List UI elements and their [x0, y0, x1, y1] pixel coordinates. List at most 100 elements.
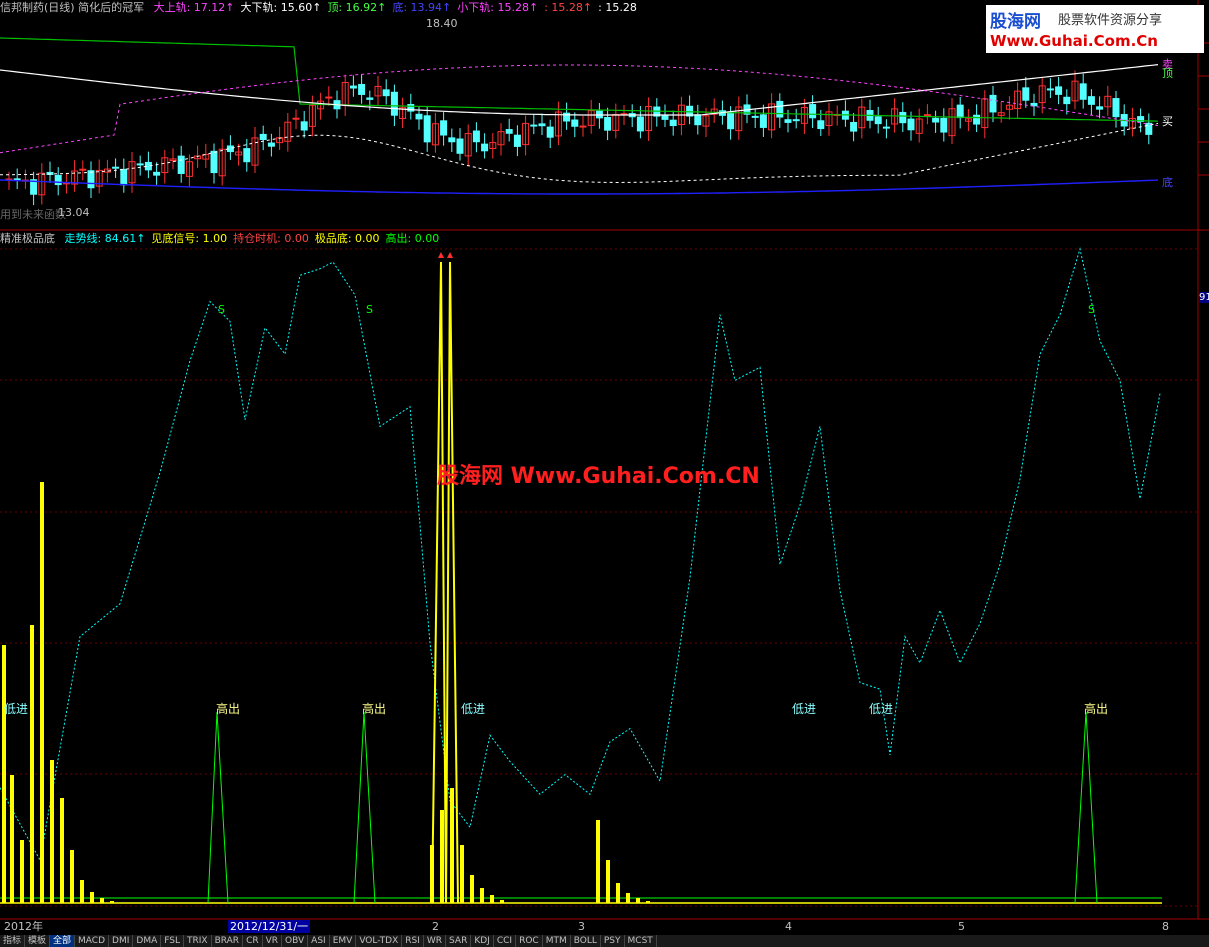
watermark-box: 股海网 股票软件资源分享 Www.Guhai.Com.Cn — [986, 5, 1204, 53]
candle-body — [54, 174, 62, 186]
candle-body — [1079, 83, 1087, 100]
candle-body — [907, 118, 915, 131]
candle-body — [759, 114, 767, 128]
signal-bar — [90, 892, 94, 903]
tab-dmi[interactable]: DMI — [109, 935, 134, 947]
signal-bar — [606, 860, 610, 903]
tab-指标[interactable]: 指标 — [0, 935, 26, 947]
sub-legend: 精准极品底 走势线: 84.61↑ 见底信号: 1.00 持仓时机: 0.00 极品底… — [0, 231, 451, 247]
signal-bar — [430, 845, 434, 903]
tab-macd[interactable]: MACD — [75, 935, 110, 947]
tab-kdj[interactable]: KDJ — [471, 935, 494, 947]
tab-boll[interactable]: BOLL — [571, 935, 601, 947]
candle-body — [784, 119, 792, 123]
indicator-0: 大上轨: 17.12↑ — [153, 1, 235, 14]
candle-body — [440, 120, 448, 136]
annotation-5: 低进 — [869, 702, 894, 716]
green-signal-0 — [207, 711, 229, 904]
candle-body — [259, 133, 267, 141]
tab-vol-tdx[interactable]: VOL-TDX — [356, 935, 403, 947]
tab-cci[interactable]: CCI — [494, 935, 517, 947]
tab-mtm[interactable]: MTM — [543, 935, 571, 947]
signal-bar — [110, 901, 114, 903]
tab-obv[interactable]: OBV — [282, 935, 309, 947]
candle-body — [136, 163, 144, 166]
candle-body — [882, 126, 890, 129]
watermark-logo: 股海网 — [990, 12, 1041, 32]
candle-body — [300, 121, 308, 131]
indicator-4: 高出: 0.00 — [385, 232, 440, 245]
candle-body — [267, 142, 275, 147]
candle-body — [382, 89, 390, 97]
tab-roc[interactable]: ROC — [516, 935, 543, 947]
signal-bar — [60, 798, 64, 903]
tab-mcst[interactable]: MCST — [625, 935, 657, 947]
tab-emv[interactable]: EMV — [330, 935, 357, 947]
watermark-slogan: 股票软件资源分享 — [1058, 13, 1163, 28]
tab-fsl[interactable]: FSL — [161, 935, 184, 947]
signal-bar — [500, 900, 504, 903]
low-label: 用到未来函数 — [0, 208, 66, 221]
candle-body — [1022, 87, 1030, 101]
candle-body — [538, 123, 546, 127]
candle-body — [210, 150, 218, 174]
candle-body — [899, 111, 907, 124]
signal-bar — [2, 645, 6, 903]
tab-模板[interactable]: 模板 — [25, 935, 51, 947]
candle-body — [13, 178, 21, 181]
tab-psy[interactable]: PSY — [601, 935, 625, 947]
candle-body — [817, 120, 825, 130]
tab-vr[interactable]: VR — [263, 935, 283, 947]
date-label-0: 2012年 — [4, 920, 43, 933]
indicator-1: 大下轨: 15.60↑ — [240, 1, 322, 14]
tab-dma[interactable]: DMA — [133, 935, 162, 947]
candle-body — [727, 113, 735, 130]
indicator-6: : 15.28 — [598, 1, 637, 14]
signal-bar — [70, 850, 74, 903]
candle-body — [1030, 102, 1038, 107]
annotation-4: 低进 — [792, 702, 817, 716]
tab-asi[interactable]: ASI — [308, 935, 330, 947]
indicator-2: 持仓时机: 0.00 — [233, 232, 309, 245]
signal-bar — [626, 893, 630, 903]
tab-trix[interactable]: TRIX — [184, 935, 212, 947]
candle-body — [423, 115, 431, 143]
candle-body — [751, 115, 759, 118]
candle-body — [349, 85, 357, 89]
date-label-6: 8 — [1162, 920, 1169, 933]
candle-body — [530, 124, 538, 127]
candle-body — [177, 155, 185, 174]
signal-bar — [100, 898, 104, 903]
candle-body — [481, 143, 489, 152]
date-label-2: 2 — [432, 920, 439, 933]
candle-body — [776, 100, 784, 118]
peak-arrows — [438, 252, 453, 258]
high-marker: 18.40 — [426, 17, 458, 30]
tab-brar[interactable]: BRAR — [212, 935, 244, 947]
tab-wr[interactable]: WR — [424, 935, 447, 947]
tab-全部[interactable]: 全部 — [50, 935, 76, 947]
candle-body — [636, 116, 644, 132]
tab-sar[interactable]: SAR — [446, 935, 472, 947]
main-title: 信邦制药(日线) 简化后的冠军 — [0, 1, 145, 14]
trend-line — [0, 247, 1161, 862]
candle-body — [112, 166, 120, 169]
tab-rsi[interactable]: RSI — [402, 935, 424, 947]
signal-bar — [440, 810, 444, 903]
candle-body — [153, 171, 161, 176]
indicator-3: 极品底: 0.00 — [314, 232, 380, 245]
sub-title: 精准极品底 — [0, 232, 55, 245]
annotation-2: 高出 — [362, 702, 387, 716]
candle-body — [243, 148, 251, 163]
candle-body — [415, 113, 423, 120]
indicator-4: 小下轨: 15.28↑ — [457, 1, 539, 14]
candle-body — [1063, 96, 1071, 105]
indicator-0: 走势线: 84.61↑ — [64, 232, 146, 245]
signal-bar — [636, 898, 640, 903]
sub-indicator-chart: SSS — [0, 247, 1162, 904]
indicator-tabs: 指标 模板 全部 MACD DMI DMA FSL TRIX BRAR CR VR OBV ASI EMV… — [0, 935, 1209, 947]
main-price-chart — [0, 37, 1159, 206]
annotation-1: 高出 — [216, 702, 241, 716]
signal-bar — [40, 482, 44, 903]
tab-cr[interactable]: CR — [243, 935, 263, 947]
